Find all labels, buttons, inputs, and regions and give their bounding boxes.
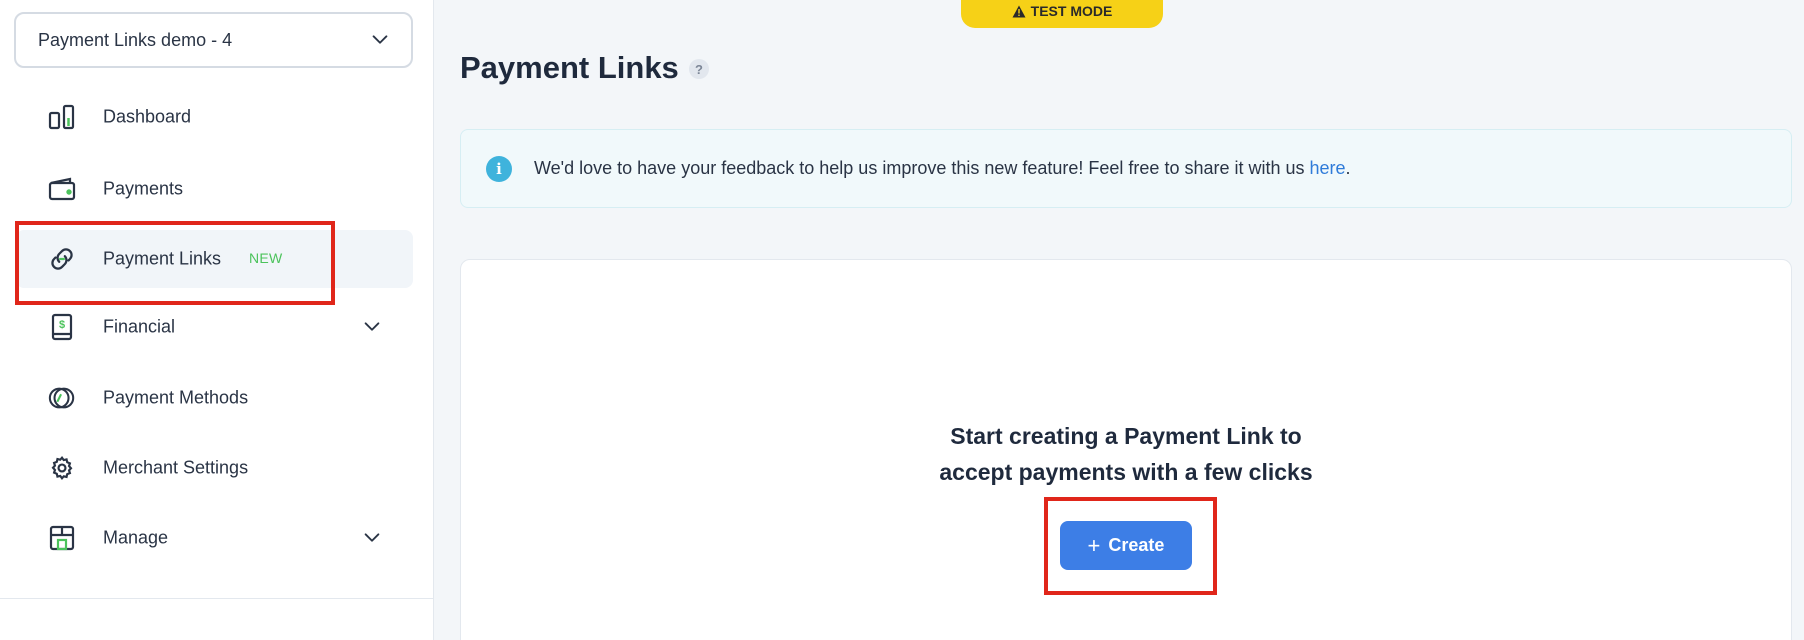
sidebar-item-label: Payments — [103, 178, 184, 199]
sidebar-item-payments[interactable]: Payments — [16, 160, 413, 218]
test-mode-label: TEST MODE — [1030, 3, 1113, 19]
info-icon: i — [486, 155, 512, 182]
merchant-select[interactable]: Payment Links demo - 4 — [14, 12, 413, 68]
sidebar-item-label: Manage — [103, 527, 169, 548]
warning-icon — [1012, 5, 1026, 17]
gear-icon — [48, 454, 76, 482]
feedback-suffix: . — [1345, 158, 1351, 178]
link-icon — [48, 245, 76, 273]
new-badge: NEW — [249, 250, 283, 267]
empty-state-line-2: accept payments with a few clicks — [939, 459, 1313, 485]
sidebar: Payment Links demo - 4 Dashboard Payment… — [0, 0, 434, 640]
sidebar-item-dashboard[interactable]: Dashboard — [16, 88, 413, 146]
sidebar-item-financial[interactable]: $ Financial — [16, 298, 413, 356]
feedback-link[interactable]: here — [1310, 158, 1346, 178]
create-button-label: Create — [1108, 535, 1165, 555]
wallet-icon — [48, 175, 76, 203]
sidebar-item-label: Merchant Settings — [103, 457, 249, 478]
sidebar-divider — [0, 598, 434, 599]
plus-icon: + — [1087, 532, 1101, 558]
empty-state-card: Start creating a Payment Link to accept … — [460, 259, 1792, 640]
help-icon[interactable]: ? — [689, 59, 709, 79]
feedback-text: We'd love to have your feedback to help … — [534, 158, 1351, 179]
chevron-down-icon — [364, 322, 380, 331]
sidebar-item-label: Payment Links — [103, 248, 222, 269]
sidebar-item-merchant-settings[interactable]: Merchant Settings — [16, 439, 413, 497]
feedback-banner: i We'd love to have your feedback to hel… — [460, 129, 1792, 208]
svg-text:$: $ — [59, 319, 65, 331]
empty-state-line-1: Start creating a Payment Link to — [950, 423, 1302, 449]
chevron-down-icon — [364, 533, 380, 542]
sidebar-item-label: Dashboard — [103, 106, 192, 127]
sidebar-item-manage[interactable]: Manage — [16, 509, 413, 567]
sidebar-item-label: Payment Methods — [103, 387, 249, 408]
dashboard-icon — [48, 103, 76, 131]
store-icon — [48, 524, 76, 552]
sidebar-item-label: Financial — [103, 316, 176, 337]
sidebar-item-payment-methods[interactable]: Payment Methods — [16, 369, 413, 427]
test-mode-badge: TEST MODE — [961, 0, 1163, 28]
merchant-select-value: Payment Links demo - 4 — [38, 29, 233, 50]
sidebar-item-payment-links[interactable]: Payment Links NEW — [16, 230, 413, 288]
create-button[interactable]: + Create — [1060, 521, 1192, 570]
payment-methods-icon — [48, 384, 76, 412]
page-title: Payment Links — [460, 50, 679, 85]
feedback-message: We'd love to have your feedback to help … — [534, 158, 1310, 178]
chevron-down-icon — [372, 35, 388, 44]
financial-icon: $ — [48, 313, 76, 341]
